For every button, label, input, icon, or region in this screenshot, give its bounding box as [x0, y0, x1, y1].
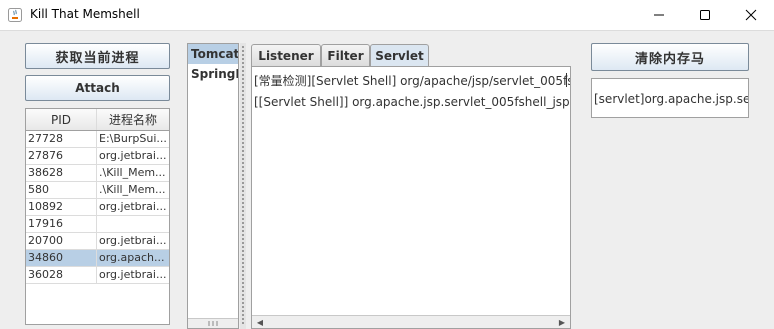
maximize-icon	[700, 10, 710, 20]
maximize-button[interactable]	[682, 0, 728, 30]
attach-button[interactable]: Attach	[25, 75, 170, 101]
scroll-right-icon[interactable]: ▶	[556, 316, 568, 328]
removal-result-field[interactable]: [servlet]org.apache.jsp.servl	[591, 78, 749, 118]
get-process-button[interactable]: 获取当前进程	[25, 43, 170, 69]
java-app-icon	[8, 8, 22, 22]
table-row-selected[interactable]: 34860 org.apach...	[26, 250, 169, 267]
process-name-cell	[97, 216, 169, 232]
table-header: PID 进程名称	[26, 109, 169, 131]
pid-cell: 34860	[26, 250, 97, 266]
process-name-cell: org.jetbrai...	[99, 200, 167, 213]
process-name-cell: .\Kill_Mem...	[99, 183, 166, 196]
process-name-cell: .\Kill_Mem...	[99, 166, 166, 179]
table-row[interactable]: 36028 org.jetbrai...	[26, 267, 169, 284]
close-icon	[745, 9, 757, 21]
pid-cell: 27728	[26, 131, 97, 147]
tab-filter[interactable]: Filter	[321, 44, 370, 66]
minimize-button[interactable]	[636, 0, 682, 30]
scroll-grip-icon	[208, 321, 218, 326]
process-table[interactable]: PID 进程名称 27728 E:\BurpSui... 27876 org.jet…	[25, 108, 170, 325]
tab-servlet[interactable]: Servlet	[370, 44, 429, 67]
pid-cell: 20700	[26, 233, 97, 249]
tree-horizontal-scrollbar[interactable]	[188, 318, 238, 328]
content-horizontal-scrollbar[interactable]: ◀ ▶	[252, 315, 570, 328]
process-name-cell: E:\BurpSui...	[99, 132, 167, 145]
scroll-left-icon[interactable]: ◀	[254, 316, 266, 328]
pid-cell: 38628	[26, 165, 97, 181]
process-name-cell: org.jetbrai...	[99, 234, 167, 247]
name-column-header[interactable]: 进程名称	[97, 109, 169, 130]
tab-listener[interactable]: Listener	[251, 44, 321, 66]
process-name-cell: org.jetbrai...	[99, 149, 167, 162]
window-title: Kill That Memshell	[30, 7, 140, 21]
table-row[interactable]: 580 .\Kill_Mem...	[26, 182, 169, 199]
pid-column-header[interactable]: PID	[26, 109, 97, 130]
table-row[interactable]: 27728 E:\BurpSui...	[26, 131, 169, 148]
pid-cell: 36028	[26, 267, 97, 283]
table-row[interactable]: 27876 org.jetbrai...	[26, 148, 169, 165]
clear-memshell-button[interactable]: 清除内存马	[591, 43, 749, 71]
divider-grip	[242, 46, 244, 326]
process-name-cell: org.jetbrai...	[99, 268, 167, 281]
tree-item-tomcat[interactable]: Tomcat	[188, 44, 238, 64]
table-row[interactable]: 20700 org.jetbrai...	[26, 233, 169, 250]
title-bar: Kill That Memshell	[0, 0, 774, 31]
pid-cell: 27876	[26, 148, 97, 164]
pid-cell: 17916	[26, 216, 97, 232]
table-row[interactable]: 10892 org.jetbrai...	[26, 199, 169, 216]
result-line: [[Servlet Shell]] org.apache.jsp.servlet…	[254, 95, 571, 109]
minimize-icon	[654, 14, 664, 16]
removal-result-text: [servlet]org.apache.jsp.servl	[594, 92, 749, 106]
close-button[interactable]	[728, 0, 774, 30]
container-tree[interactable]: Tomcat SpringBo	[187, 43, 239, 329]
pid-cell: 580	[26, 182, 97, 198]
result-line: [常量检测][Servlet Shell] org/apache/jsp/ser…	[254, 74, 571, 88]
pid-cell: 10892	[26, 199, 97, 215]
table-row[interactable]: 17916	[26, 216, 169, 233]
text-cursor	[566, 73, 567, 87]
table-row[interactable]: 38628 .\Kill_Mem...	[26, 165, 169, 182]
process-name-cell: org.apach...	[99, 251, 165, 264]
tree-item-springboot[interactable]: SpringBo	[188, 64, 238, 84]
detection-results-text[interactable]: [常量检测][Servlet Shell] org/apache/jsp/ser…	[251, 66, 571, 329]
